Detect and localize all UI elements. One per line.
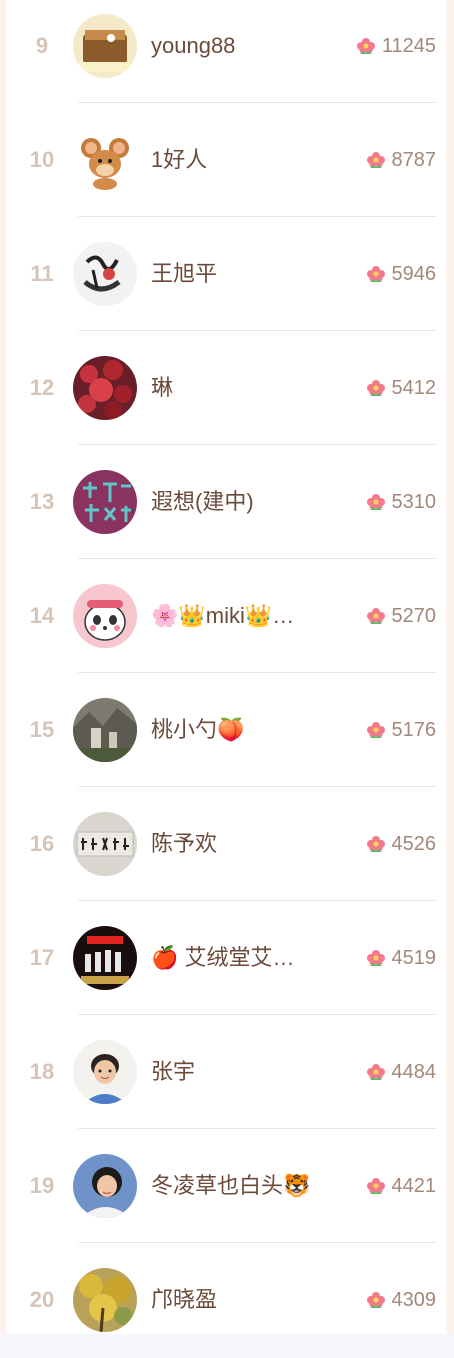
list-item[interactable]: 14 🌸👑miki👑… 5270 [6, 559, 446, 673]
flower-score: 4421 [366, 1129, 437, 1243]
score-value: 4421 [391, 1175, 437, 1197]
flower-icon [366, 150, 386, 170]
flower-score: 4526 [366, 787, 437, 901]
score-value: 5946 [391, 263, 437, 285]
flower-icon [366, 264, 386, 284]
flower-icon [366, 1290, 386, 1310]
score-value: 4484 [391, 1061, 437, 1083]
list-item[interactable]: 9 young88 11245 [6, 0, 446, 103]
woman-smiling-avatar[interactable] [73, 1154, 137, 1218]
product-bottles-avatar[interactable] [73, 926, 137, 990]
ranking-panel: 9 young88 11245 10 1好人 8787 11 王旭平 5946 … [0, 0, 454, 1334]
user-name[interactable]: 1好人 [151, 103, 207, 217]
flower-icon [366, 378, 386, 398]
rank-number: 9 [35, 33, 49, 58]
ink-calligraphy-avatar[interactable] [73, 242, 137, 306]
calligraphy-plaque-avatar[interactable] [73, 812, 137, 876]
user-name[interactable]: 邝晓盈 [151, 1243, 217, 1357]
landscape-photo-avatar[interactable] [73, 698, 137, 762]
calligraphy-text-avatar[interactable] [73, 470, 137, 534]
user-name[interactable]: 🍎 艾绒堂艾… [151, 901, 295, 1015]
list-item[interactable]: 10 1好人 8787 [6, 103, 446, 217]
flower-icon [366, 1176, 386, 1196]
flower-icon [366, 948, 386, 968]
flower-score: 5310 [366, 445, 437, 559]
score-value: 4519 [391, 947, 437, 969]
list-item[interactable]: 16 陈予欢 4526 [6, 787, 446, 901]
woman-portrait-avatar[interactable] [73, 1040, 137, 1104]
user-name[interactable]: 琳 [151, 331, 173, 445]
score-value: 5270 [391, 605, 437, 627]
list-item[interactable]: 15 桃小勺🍑 5176 [6, 673, 446, 787]
flower-icon [366, 492, 386, 512]
user-name[interactable]: 张宇 [151, 1015, 195, 1129]
ranking-list: 9 young88 11245 10 1好人 8787 11 王旭平 5946 … [6, 0, 446, 1334]
autumn-tree-avatar[interactable] [73, 1268, 137, 1332]
flower-icon [366, 720, 386, 740]
user-name[interactable]: 冬凌草也白头🐯 [151, 1129, 310, 1243]
flower-icon [366, 1062, 386, 1082]
rank-number: 15 [29, 717, 55, 742]
rank-number: 19 [29, 1173, 55, 1198]
user-name[interactable]: 遐想(建中) [151, 445, 254, 559]
cartoon-panda-avatar[interactable] [73, 584, 137, 648]
flower-score: 5270 [366, 559, 437, 673]
flower-score: 11245 [356, 0, 436, 103]
flower-score: 4309 [366, 1243, 437, 1357]
cake-photo-avatar[interactable] [73, 14, 137, 78]
list-item[interactable]: 11 王旭平 5946 [6, 217, 446, 331]
rank-number: 20 [29, 1287, 55, 1312]
user-name[interactable]: young88 [151, 0, 235, 103]
rank-number: 17 [29, 945, 55, 970]
rank-number: 13 [29, 489, 55, 514]
red-leaves-avatar[interactable] [73, 356, 137, 420]
flower-score: 5412 [366, 331, 437, 445]
list-item[interactable]: 17 🍎 艾绒堂艾… 4519 [6, 901, 446, 1015]
user-name[interactable]: 陈予欢 [151, 787, 217, 901]
score-value: 5176 [391, 719, 437, 741]
rank-number: 12 [29, 375, 55, 400]
rank-number: 14 [29, 603, 55, 628]
rank-number: 11 [30, 261, 54, 286]
user-name[interactable]: 🌸👑miki👑… [151, 559, 294, 673]
score-value: 8787 [391, 149, 437, 171]
list-item[interactable]: 18 张宇 4484 [6, 1015, 446, 1129]
flower-icon [366, 834, 386, 854]
user-name[interactable]: 王旭平 [151, 217, 217, 331]
list-item[interactable]: 19 冬凌草也白头🐯 4421 [6, 1129, 446, 1243]
rank-number: 10 [29, 147, 55, 172]
flower-score: 8787 [366, 103, 437, 217]
flower-score: 5176 [366, 673, 437, 787]
rank-number: 16 [29, 831, 55, 856]
cartoon-mouse-avatar[interactable] [73, 128, 137, 192]
flower-icon [356, 36, 376, 56]
user-name[interactable]: 桃小勺🍑 [151, 673, 244, 787]
score-value: 5412 [391, 377, 437, 399]
flower-score: 4519 [366, 901, 437, 1015]
flower-icon [366, 606, 386, 626]
list-item[interactable]: 12 琳 5412 [6, 331, 446, 445]
list-item[interactable]: 20 邝晓盈 4309 [6, 1243, 446, 1357]
rank-number: 18 [29, 1059, 55, 1084]
score-value: 11245 [381, 35, 436, 57]
flower-score: 5946 [366, 217, 437, 331]
score-value: 5310 [391, 491, 437, 513]
score-value: 4309 [391, 1289, 437, 1311]
score-value: 4526 [391, 833, 437, 855]
list-item[interactable]: 13 遐想(建中) 5310 [6, 445, 446, 559]
flower-score: 4484 [366, 1015, 437, 1129]
